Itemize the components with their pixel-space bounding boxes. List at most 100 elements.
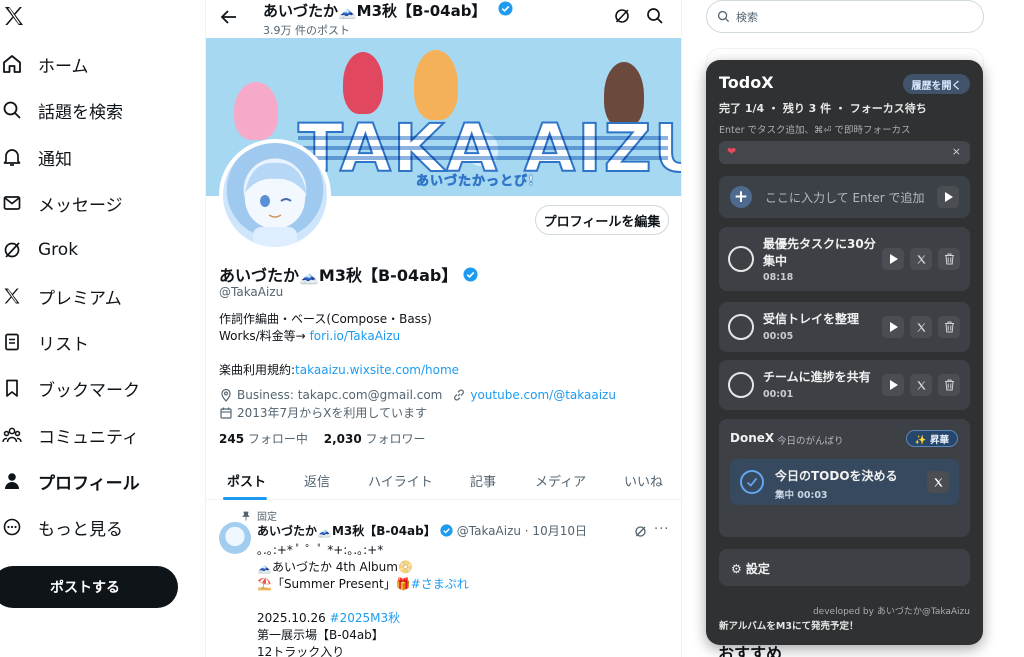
tweet-line: 2025.10.26 #2025M3秋 [257, 610, 469, 627]
bio-link-terms[interactable]: takaaizu.wixsite.com/home [295, 363, 459, 377]
task-checkbox[interactable] [728, 314, 754, 340]
search-icon [717, 10, 730, 23]
task-play-button[interactable] [882, 316, 904, 338]
grok-icon[interactable] [633, 524, 648, 543]
developer-credit: developed by あいづたか@TakaAizu [812, 607, 970, 617]
play-icon [890, 322, 898, 332]
following-link[interactable]: 245 フォロー中 [219, 432, 308, 446]
profile-name-text: あいづたか🗻M3秋【B-04ab】 [219, 266, 458, 285]
tab-posts[interactable]: ポスト [227, 460, 266, 500]
x-logo-icon [0, 284, 24, 308]
play-button[interactable] [937, 186, 959, 208]
done-item[interactable]: 今日のTODOを決める 集中 00:03 [730, 459, 959, 505]
nav-item-home[interactable]: ホーム [0, 44, 89, 84]
search-icon[interactable] [645, 6, 665, 26]
profile-display-name: あいづたか🗻M3秋【B-04ab】 [219, 262, 478, 286]
nav-item-premium[interactable]: プレミアム [0, 276, 122, 316]
nav-item-grok[interactable]: Grok [0, 230, 78, 270]
settings-button[interactable]: ⚙ 設定 [719, 549, 970, 586]
task-x-button[interactable] [910, 248, 932, 270]
tweet-avatar[interactable] [219, 522, 251, 554]
profile-header-bar: あいづたか🗻M3秋【B-04ab】 3.9万 件のポスト [206, 0, 681, 38]
tab-articles[interactable]: 記事 [470, 460, 496, 500]
focus-field[interactable]: ❤ × [719, 141, 970, 164]
task-item[interactable]: 受信トレイを整理 00:05 [719, 302, 970, 352]
sublimate-button[interactable]: ✨ 昇華 [906, 430, 958, 447]
post-count: 3.9万 件のポスト [263, 24, 350, 37]
task-play-button[interactable] [882, 374, 904, 396]
joined-text: 2013年7月からXを利用しています [237, 406, 428, 420]
tab-highlights[interactable]: ハイライト [368, 460, 433, 500]
header-name-text: あいづたか🗻M3秋【B-04ab】 [263, 2, 487, 20]
tweet-text: 2025.10.26 [257, 611, 330, 625]
back-arrow-icon[interactable] [218, 6, 240, 28]
nav-item-explore[interactable]: 話題を検索 [0, 90, 123, 130]
nav-item-notifications[interactable]: 通知 [0, 137, 72, 177]
heart-icon: ❤ [727, 145, 737, 158]
profile-tabs: ポスト 返信 ハイライト 記事 メディア いいね [206, 460, 681, 500]
tweet-body: ｡.｡:+* ﾟ ゜ﾟ *+:｡.｡:+* 🗻あいづたか 4th Album📀 … [257, 542, 469, 657]
hashtag-link[interactable]: #2025M3秋 [330, 611, 401, 625]
task-item[interactable]: 最優先タスクに30分 集中 08:18 [719, 227, 970, 291]
website-link[interactable]: youtube.com/@takaaizu [470, 388, 616, 402]
done-item-x-button[interactable] [927, 471, 949, 493]
check-circle-icon[interactable] [740, 470, 764, 494]
chibi-character [343, 52, 383, 114]
nav-item-more[interactable]: もっと見る [0, 507, 123, 547]
x-logo-icon[interactable] [2, 4, 26, 28]
play-icon [890, 254, 898, 264]
followers-link[interactable]: 2,030 フォロワー [324, 432, 426, 446]
more-options-icon[interactable]: ··· [654, 522, 669, 537]
tab-likes[interactable]: いいね [624, 460, 663, 500]
tab-media[interactable]: メディア [535, 460, 586, 500]
pin-icon [242, 511, 250, 520]
task-item[interactable]: チームに進捗を共有 00:01 [719, 360, 970, 410]
task-x-button[interactable] [910, 316, 932, 338]
task-input[interactable]: + ここに入力して Enter で追加 [719, 176, 970, 218]
verified-badge-icon[interactable] [463, 266, 478, 282]
tab-replies[interactable]: 返信 [304, 460, 330, 500]
followers-count: 2,030 [323, 432, 362, 446]
nav-item-lists[interactable]: リスト [0, 322, 89, 362]
task-play-button[interactable] [882, 248, 904, 270]
link-icon [454, 389, 465, 401]
bio-text: Works/料金等→ [219, 329, 310, 343]
task-delete-button[interactable] [938, 374, 960, 396]
hashtag-link[interactable]: #さまぷれ [411, 577, 469, 591]
clear-focus-button[interactable]: × [952, 145, 961, 158]
nav-label: ホーム [38, 56, 89, 77]
nav-item-profile[interactable]: プロフィール [0, 461, 140, 501]
tweet-line: ｡.｡:+* ﾟ ゜ﾟ *+:｡.｡:+* [257, 543, 384, 557]
todox-status: 完了 1/4 ・ 残り 3 件 ・ フォーカス待ち [719, 102, 927, 115]
nav-label: もっと見る [38, 519, 123, 540]
task-checkbox[interactable] [728, 246, 754, 272]
nav-item-communities[interactable]: コミュニティ [0, 415, 139, 455]
task-delete-button[interactable] [938, 248, 960, 270]
plus-icon[interactable]: + [730, 186, 752, 208]
trash-icon [944, 321, 954, 333]
bell-icon [0, 145, 24, 169]
search-input[interactable]: 検索 [706, 0, 984, 33]
grok-icon[interactable] [612, 6, 632, 26]
profile-avatar[interactable] [219, 139, 331, 251]
nav-item-messages[interactable]: メッセージ [0, 183, 123, 223]
tweet-author-name[interactable]: あいづたか🗻M3秋【B-04ab】 [257, 522, 436, 539]
more-circle-icon [0, 515, 24, 539]
nav-item-bookmarks[interactable]: ブックマーク [0, 368, 140, 408]
open-history-button[interactable]: 履歴を開く [903, 74, 970, 94]
bio-link-fori[interactable]: fori.io/TakaAizu [310, 329, 401, 343]
task-x-button[interactable] [910, 374, 932, 396]
task-delete-button[interactable] [938, 316, 960, 338]
edit-profile-button[interactable]: プロフィールを編集 [535, 205, 669, 235]
tweet-spacer [257, 593, 469, 610]
nav-label: メッセージ [38, 195, 123, 216]
task-time: 00:01 [763, 389, 794, 400]
task-name-line: 最優先タスクに30分 [763, 237, 876, 251]
follow-stats: 245 フォロー中 2,030 フォロワー [219, 430, 426, 447]
tweet-line: 🗻あいづたか 4th Album📀 [257, 560, 413, 574]
task-checkbox[interactable] [728, 372, 754, 398]
tweet-handle-date[interactable]: @TakaAizu · 10月10日 [457, 522, 587, 539]
news-text: 新アルバムをM3にて発売予定！ [719, 621, 859, 632]
post-button[interactable]: ポストする [0, 566, 178, 608]
x-logo-icon [916, 380, 926, 390]
